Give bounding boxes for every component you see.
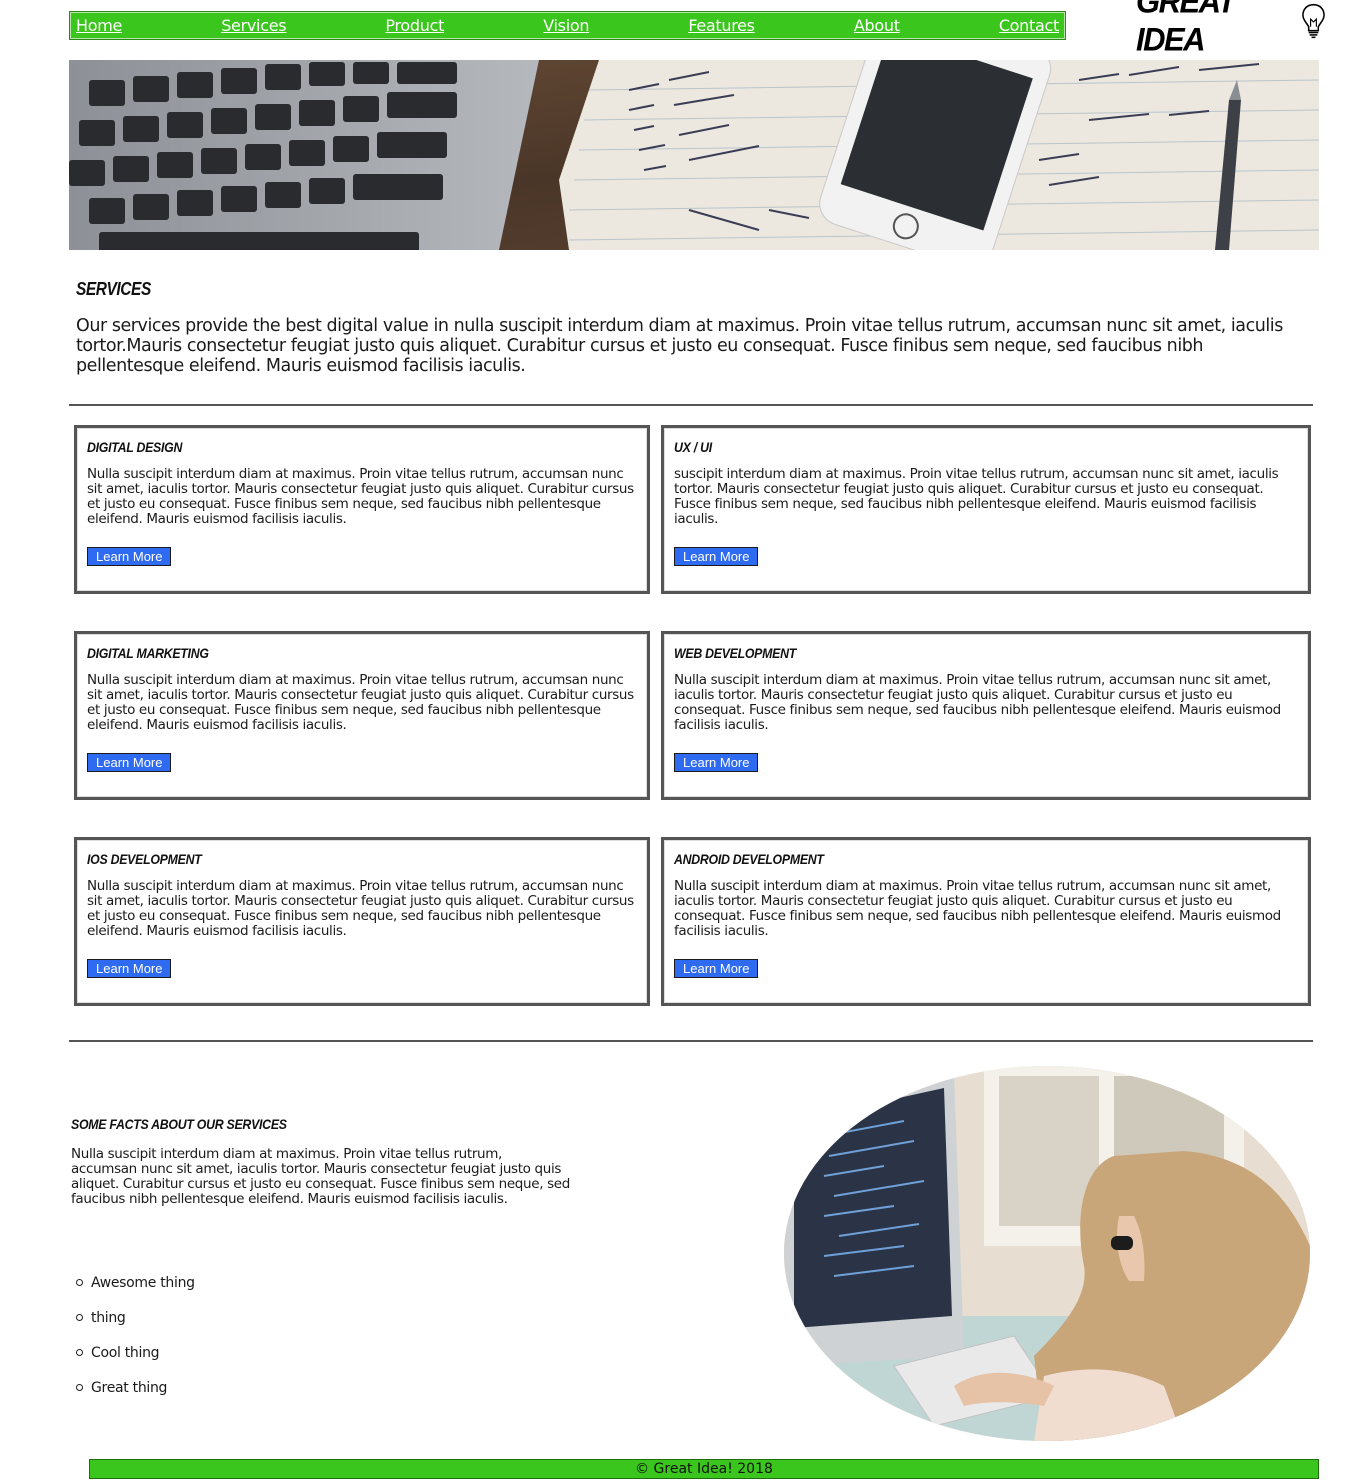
woman-at-computer-photo xyxy=(784,1066,1310,1441)
list-item: thing xyxy=(76,1300,195,1335)
list-item: Cool thing xyxy=(76,1335,195,1370)
lightbulb-icon xyxy=(1302,3,1325,39)
list-item-label: Awesome thing xyxy=(91,1274,195,1291)
facts-heading: Some facts about our services xyxy=(71,1116,287,1132)
learn-more-button[interactable]: Learn More xyxy=(674,959,759,978)
copyright-text: © Great Idea! 2018 xyxy=(635,1461,773,1477)
nav-link-product[interactable]: Product xyxy=(385,16,444,35)
learn-more-button[interactable]: Learn More xyxy=(87,753,172,772)
list-item-label: Cool thing xyxy=(91,1344,160,1361)
nav-link-about[interactable]: About xyxy=(854,16,900,35)
hero-illustration xyxy=(69,60,1319,250)
logo-text: GREAT IDEA xyxy=(1136,0,1236,58)
card-text: suscipit interdum diam at maximus. Proin… xyxy=(674,466,1279,527)
services-heading: Services xyxy=(76,279,151,299)
learn-more-button[interactable]: Learn More xyxy=(87,547,172,566)
site-footer: © Great Idea! 2018 xyxy=(89,1459,1319,1479)
service-card-android-development: Android Development Nulla suscipit inter… xyxy=(661,837,1311,1006)
nav-link-contact[interactable]: Contact xyxy=(999,16,1059,35)
card-text: Nulla suscipit interdum diam at maximus.… xyxy=(87,466,634,527)
list-item-label: Great thing xyxy=(91,1379,168,1396)
circle-bullet-icon xyxy=(76,1349,83,1356)
nav-link-services[interactable]: Services xyxy=(221,16,286,35)
card-text: Nulla suscipit interdum diam at maximus.… xyxy=(87,878,634,939)
section-divider xyxy=(69,404,1313,406)
circle-bullet-icon xyxy=(76,1384,83,1391)
list-item: Great thing xyxy=(76,1370,195,1405)
learn-more-button[interactable]: Learn More xyxy=(674,753,759,772)
card-title: Digital Marketing xyxy=(87,645,209,661)
nav-link-home[interactable]: Home xyxy=(76,16,122,35)
card-text: Nulla suscipit interdum diam at maximus.… xyxy=(674,672,1281,733)
circle-bullet-icon xyxy=(76,1314,83,1321)
learn-more-button[interactable]: Learn More xyxy=(87,959,172,978)
facts-list: Awesome thing thing Cool thing Great thi… xyxy=(76,1265,195,1405)
section-divider xyxy=(69,1040,1313,1042)
site-logo[interactable]: GREAT IDEA xyxy=(1136,0,1326,58)
circle-bullet-icon xyxy=(76,1279,83,1286)
card-text: Nulla suscipit interdum diam at maximus.… xyxy=(87,672,634,733)
photo-illustration xyxy=(784,1066,1310,1441)
service-card-ios-development: iOS Development Nulla suscipit interdum … xyxy=(74,837,650,1006)
card-title: iOS Development xyxy=(87,851,202,867)
list-item-label: thing xyxy=(91,1309,126,1326)
service-card-digital-marketing: Digital Marketing Nulla suscipit interdu… xyxy=(74,631,650,800)
nav-link-features[interactable]: Features xyxy=(688,16,755,35)
list-item: Awesome thing xyxy=(76,1265,195,1300)
nav-link-vision[interactable]: Vision xyxy=(543,16,589,35)
card-title: Web Development xyxy=(674,645,796,661)
main-nav: Home Services Product Vision Features Ab… xyxy=(69,11,1066,40)
service-card-digital-design: Digital Design Nulla suscipit interdum d… xyxy=(74,425,650,594)
service-card-ux-ui: UX / UI suscipit interdum diam at maximu… xyxy=(661,425,1311,594)
card-title: UX / UI xyxy=(674,439,712,455)
services-intro-text: Our services provide the best digital va… xyxy=(76,316,1283,376)
learn-more-button[interactable]: Learn More xyxy=(674,547,759,566)
service-card-web-development: Web Development Nulla suscipit interdum … xyxy=(661,631,1311,800)
card-title: Digital Design xyxy=(87,439,183,455)
card-text: Nulla suscipit interdum diam at maximus.… xyxy=(674,878,1281,939)
card-title: Android Development xyxy=(674,851,824,867)
facts-text: Nulla suscipit interdum diam at maximus.… xyxy=(71,1146,570,1207)
hero-image xyxy=(69,60,1319,250)
